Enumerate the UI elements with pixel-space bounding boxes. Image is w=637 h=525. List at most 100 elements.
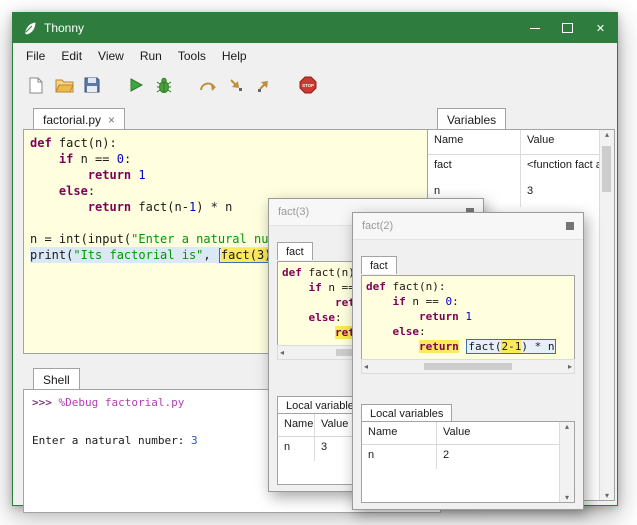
popup-tabrow: fact [361, 251, 397, 273]
minimize-icon [530, 28, 540, 29]
tab-shell[interactable]: Shell [33, 368, 80, 390]
save-file-button[interactable] [79, 74, 105, 100]
new-file-icon [28, 77, 44, 97]
maximize-icon [562, 23, 573, 33]
scroll-up-icon[interactable]: ▴ [565, 422, 569, 431]
step-over-icon [199, 77, 217, 96]
scroll-up-icon[interactable]: ▴ [605, 130, 609, 139]
tab-label: Shell [43, 373, 70, 387]
tab-label: Local variables [370, 408, 443, 420]
close-icon: ✕ [596, 22, 605, 35]
popup-hscrollbar[interactable]: ◂ ▸ [361, 359, 575, 374]
titlebar[interactable]: Thonny ✕ [13, 13, 617, 43]
scroll-down-icon[interactable]: ▾ [605, 491, 609, 500]
table-body: n2 [362, 445, 574, 469]
window-title: Thonny [44, 21, 84, 35]
step-out-icon [256, 77, 272, 96]
scrollbar-thumb[interactable] [602, 146, 611, 192]
app-icon [22, 21, 37, 36]
menubar: File Edit View Run Tools Help [13, 43, 617, 68]
debug-bug-icon [155, 76, 173, 97]
new-file-button[interactable] [23, 74, 49, 100]
svg-text:STOP: STOP [302, 83, 314, 88]
cell-name: n [278, 437, 314, 461]
tab-close-icon[interactable]: × [108, 115, 115, 125]
minimize-button[interactable] [518, 13, 551, 43]
table-row[interactable]: fact<function fact a [428, 155, 614, 181]
focus-box: fact(2-1) * n [466, 339, 556, 354]
close-button[interactable]: ✕ [584, 13, 617, 43]
popup-title: fact(3) [278, 206, 309, 218]
code-line: return 1 [30, 167, 430, 183]
desktop: Thonny ✕ File Edit View Run Tools Help [0, 0, 637, 525]
tab-label: fact [370, 260, 388, 272]
call-window-fact-2: fact(2) fact def fact(n): if n == 0: ret… [352, 212, 584, 510]
menu-item-edit[interactable]: Edit [53, 46, 90, 66]
save-floppy-icon [84, 77, 100, 96]
local-variables-scrollbar[interactable]: ▴ ▾ [559, 422, 574, 502]
menu-item-run[interactable]: Run [132, 46, 170, 66]
scrollbar-thumb[interactable] [424, 363, 511, 370]
popup-tabrow: fact [277, 237, 313, 259]
popup-title: fact(2) [362, 220, 393, 232]
variables-tabrow: Variables [437, 105, 506, 129]
popup-titlebar[interactable]: fact(2) [353, 213, 583, 240]
stop-button[interactable]: STOP [295, 74, 321, 100]
tab-variables[interactable]: Variables [437, 108, 506, 130]
open-file-button[interactable] [51, 74, 77, 100]
local-variables-table: Name Value n2 ▴ ▾ [361, 421, 575, 503]
stop-icon: STOP [299, 76, 317, 97]
tab-factorial-py[interactable]: factorial.py × [33, 108, 125, 130]
tab-label: factorial.py [43, 113, 101, 127]
run-icon [128, 77, 144, 96]
code-line: def fact(n): [366, 279, 574, 294]
tab-label: fact [286, 246, 304, 258]
run-script-button[interactable] [123, 74, 149, 100]
local-variables-tabrow: Local variables [361, 399, 452, 421]
scroll-down-icon[interactable]: ▾ [565, 493, 569, 502]
menu-item-view[interactable]: View [90, 46, 132, 66]
code-line: else: [30, 183, 430, 199]
step-out-button[interactable] [251, 74, 277, 100]
open-folder-icon [55, 78, 74, 96]
table-header: Name Value [362, 422, 574, 445]
tab-label: Variables [447, 113, 496, 127]
cell-name: n [362, 445, 436, 469]
code-line: return 1 [366, 309, 574, 324]
scroll-left-icon[interactable]: ◂ [364, 362, 368, 371]
step-over-button[interactable] [195, 74, 221, 100]
maximize-button[interactable] [551, 13, 584, 43]
popup-close-button[interactable] [566, 222, 574, 230]
scroll-left-icon[interactable]: ◂ [280, 348, 284, 357]
table-row[interactable]: n2 [362, 445, 574, 469]
column-header-value[interactable]: Value [436, 422, 574, 444]
scroll-right-icon[interactable]: ▸ [568, 362, 572, 371]
column-header-name[interactable]: Name [278, 414, 314, 436]
toolbar: STOP [13, 68, 617, 105]
code-line: def fact(n): [30, 135, 430, 151]
tab-fact[interactable]: fact [361, 256, 397, 274]
menu-item-file[interactable]: File [18, 46, 53, 66]
column-header-name[interactable]: Name [428, 130, 520, 154]
focus-box: fact(3) [219, 248, 274, 263]
shell-tabrow: Shell [33, 365, 80, 389]
menu-item-help[interactable]: Help [214, 46, 255, 66]
cell-name: fact [428, 155, 520, 181]
column-header-name[interactable]: Name [362, 422, 436, 444]
tab-label: Local variables [286, 400, 359, 412]
step-into-button[interactable] [223, 74, 249, 100]
code-line: else: [366, 324, 574, 339]
tab-local-variables[interactable]: Local variables [361, 404, 452, 422]
table-header: Name Value [428, 130, 614, 155]
step-into-icon [228, 77, 244, 96]
menu-item-tools[interactable]: Tools [170, 46, 214, 66]
cell-value: 2 [436, 445, 574, 469]
editor-tabrow: factorial.py × [33, 105, 125, 129]
popup-code-editor[interactable]: def fact(n): if n == 0: return 1 else: r… [361, 275, 575, 362]
code-line: return fact(2-1) * n [366, 339, 574, 354]
debug-script-button[interactable] [151, 74, 177, 100]
code-line: if n == 0: [30, 151, 430, 167]
code-line: if n == 0: [366, 294, 574, 309]
tab-fact[interactable]: fact [277, 242, 313, 260]
variables-scrollbar[interactable]: ▴ ▾ [599, 130, 614, 500]
